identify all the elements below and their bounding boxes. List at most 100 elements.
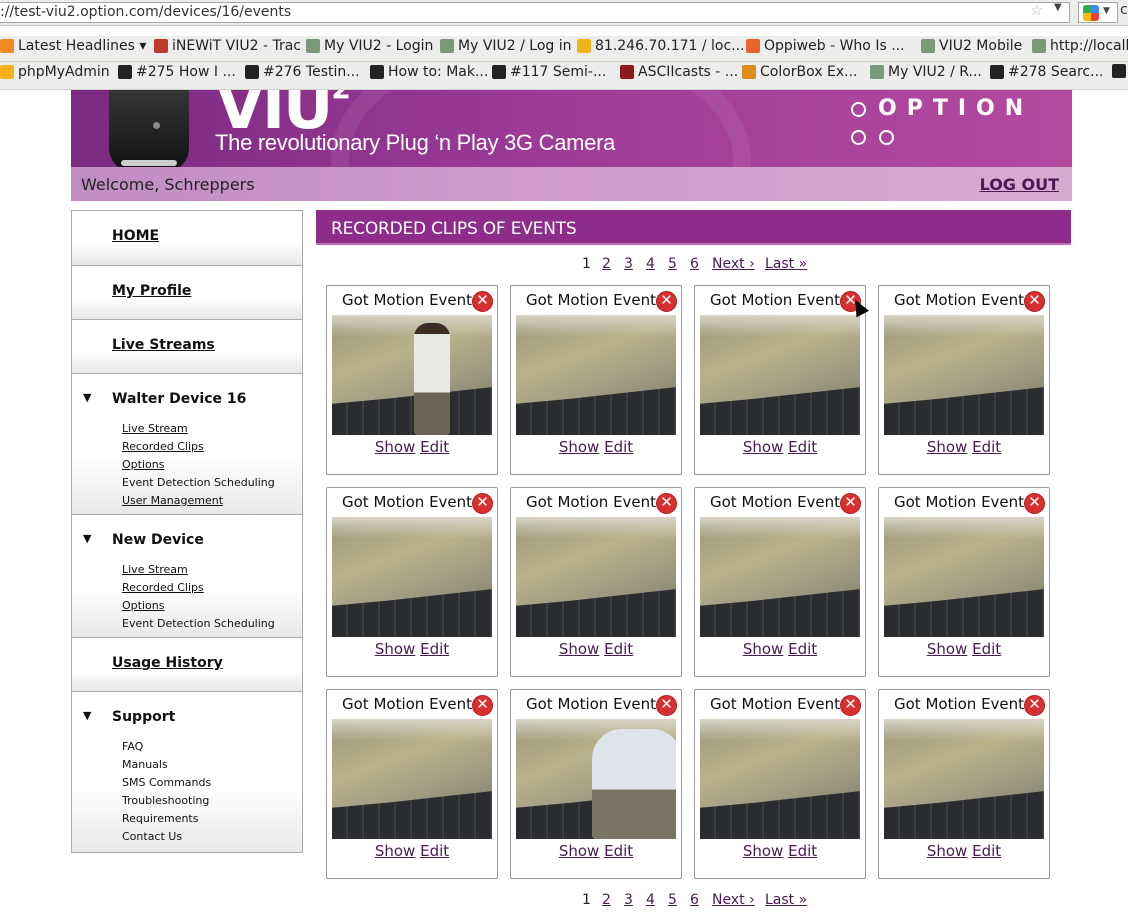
edit-link[interactable]: Edit: [972, 640, 1001, 658]
page-link[interactable]: 4: [646, 892, 655, 908]
support-title[interactable]: Support: [112, 709, 175, 725]
bookmark-item[interactable]: My VIU2 / R...: [870, 64, 982, 80]
device-1-title[interactable]: Walter Device 16: [112, 391, 246, 407]
show-link[interactable]: Show: [743, 842, 783, 860]
clip-thumbnail[interactable]: [332, 315, 492, 435]
bookmark-item[interactable]: #117 Semi-...: [492, 64, 606, 80]
collapse-arrow-icon[interactable]: ▼: [83, 391, 91, 404]
clip-thumbnail[interactable]: [516, 517, 676, 637]
bookmark-star-icon[interactable]: ☆: [1030, 1, 1043, 19]
bookmark-item[interactable]: My VIU2 - Login: [306, 38, 433, 54]
show-link[interactable]: Show: [559, 640, 599, 658]
delete-clip-icon[interactable]: ✕: [656, 493, 677, 514]
page-link[interactable]: 5: [668, 256, 677, 272]
sidebar-sub-link[interactable]: Requirements: [122, 810, 302, 828]
collapse-arrow-icon[interactable]: ▼: [83, 709, 91, 722]
device-2-title[interactable]: New Device: [112, 532, 204, 548]
delete-clip-icon[interactable]: ✕: [472, 493, 493, 514]
page-link[interactable]: 6: [690, 892, 699, 908]
clip-thumbnail[interactable]: [884, 315, 1044, 435]
sidebar-sub-link[interactable]: Contact Us: [122, 828, 302, 846]
clip-thumbnail[interactable]: [700, 517, 860, 637]
clip-thumbnail[interactable]: [332, 719, 492, 839]
clip-thumbnail[interactable]: [700, 315, 860, 435]
bookmark-item[interactable]: #276 Testin...: [245, 64, 360, 80]
bookmark-item[interactable]: ColorBox Ex...: [742, 64, 858, 80]
sidebar-sub-link[interactable]: Event Detection Scheduling: [122, 615, 302, 633]
sidebar-sub-link[interactable]: Live Stream: [122, 420, 302, 438]
sidebar-sub-link[interactable]: Options: [122, 456, 302, 474]
delete-clip-icon[interactable]: ✕: [840, 695, 861, 716]
delete-clip-icon[interactable]: ✕: [1024, 291, 1045, 312]
edit-link[interactable]: Edit: [420, 438, 449, 456]
collapse-arrow-icon[interactable]: ▼: [83, 532, 91, 545]
delete-clip-icon[interactable]: ✕: [840, 493, 861, 514]
sidebar-sub-link[interactable]: Troubleshooting: [122, 792, 302, 810]
clip-thumbnail[interactable]: [516, 315, 676, 435]
sidebar-profile-link[interactable]: My Profile: [112, 283, 191, 299]
bookmark-item[interactable]: Oppiweb - Who Is ...: [746, 38, 905, 54]
next-page-link[interactable]: Next ›: [712, 256, 755, 272]
search-input[interactable]: c: [1120, 2, 1128, 18]
bookmark-item[interactable]: phpMyAdmin: [0, 64, 110, 80]
page-link[interactable]: 3: [624, 256, 633, 272]
sidebar-sub-link[interactable]: User Management: [122, 492, 302, 510]
page-link[interactable]: 2: [602, 892, 611, 908]
show-link[interactable]: Show: [559, 438, 599, 456]
delete-clip-icon[interactable]: ✕: [656, 291, 677, 312]
show-link[interactable]: Show: [375, 438, 415, 456]
edit-link[interactable]: Edit: [604, 842, 633, 860]
url-dropdown-icon[interactable]: ▼: [1054, 2, 1062, 13]
show-link[interactable]: Show: [375, 842, 415, 860]
sidebar-sub-link[interactable]: Event Detection Scheduling: [122, 474, 302, 492]
sidebar-sub-link[interactable]: Options: [122, 597, 302, 615]
clip-thumbnail[interactable]: [516, 719, 676, 839]
sidebar-sub-link[interactable]: Live Stream: [122, 561, 302, 579]
bookmark-item[interactable]: ASCIIcasts - ...: [620, 64, 738, 80]
address-bar[interactable]: ://test-viu2.option.com/devices/16/event…: [0, 2, 1070, 23]
edit-link[interactable]: Edit: [604, 438, 633, 456]
sidebar-live-streams-link[interactable]: Live Streams: [112, 337, 215, 353]
edit-link[interactable]: Edit: [420, 842, 449, 860]
sidebar-sub-link[interactable]: SMS Commands: [122, 774, 302, 792]
page-link[interactable]: 6: [690, 256, 699, 272]
sidebar-item-profile[interactable]: My Profile: [72, 265, 302, 319]
search-dropdown-icon[interactable]: ▼: [1103, 6, 1110, 16]
last-page-link[interactable]: Last »: [765, 256, 807, 272]
bookmark-item[interactable]: Latest Headlines ▾: [0, 38, 146, 54]
clip-thumbnail[interactable]: [700, 719, 860, 839]
show-link[interactable]: Show: [559, 842, 599, 860]
bookmark-item[interactable]: #275 How I ...: [118, 64, 236, 80]
page-link[interactable]: 2: [602, 256, 611, 272]
bookmark-item[interactable]: How to: Mak...: [370, 64, 488, 80]
delete-clip-icon[interactable]: ✕: [656, 695, 677, 716]
logout-link[interactable]: LOG OUT: [980, 175, 1059, 194]
bookmark-item[interactable]: http://localh: [1032, 38, 1128, 54]
last-page-link[interactable]: Last »: [765, 892, 807, 908]
show-link[interactable]: Show: [375, 640, 415, 658]
page-link[interactable]: 5: [668, 892, 677, 908]
sidebar-home-link[interactable]: HOME: [112, 228, 159, 244]
sidebar-item-home[interactable]: HOME: [72, 211, 302, 265]
clip-thumbnail[interactable]: [884, 517, 1044, 637]
show-link[interactable]: Show: [743, 640, 783, 658]
sidebar-item-live-streams[interactable]: Live Streams: [72, 319, 302, 373]
sidebar-sub-link[interactable]: Recorded Clips: [122, 438, 302, 456]
clip-thumbnail[interactable]: [884, 719, 1044, 839]
show-link[interactable]: Show: [743, 438, 783, 456]
page-link[interactable]: 3: [624, 892, 633, 908]
delete-clip-icon[interactable]: ✕: [1024, 493, 1045, 514]
edit-link[interactable]: Edit: [972, 438, 1001, 456]
edit-link[interactable]: Edit: [788, 438, 817, 456]
sidebar-sub-link[interactable]: Manuals: [122, 756, 302, 774]
show-link[interactable]: Show: [927, 842, 967, 860]
edit-link[interactable]: Edit: [604, 640, 633, 658]
sidebar-usage-link[interactable]: Usage History: [112, 655, 223, 671]
page-link[interactable]: 4: [646, 256, 655, 272]
bookmark-item[interactable]: [1112, 64, 1126, 78]
clip-thumbnail[interactable]: [332, 517, 492, 637]
edit-link[interactable]: Edit: [420, 640, 449, 658]
delete-clip-icon[interactable]: ✕: [472, 291, 493, 312]
bookmark-item[interactable]: 81.246.70.171 / loc...: [577, 38, 745, 54]
edit-link[interactable]: Edit: [972, 842, 1001, 860]
